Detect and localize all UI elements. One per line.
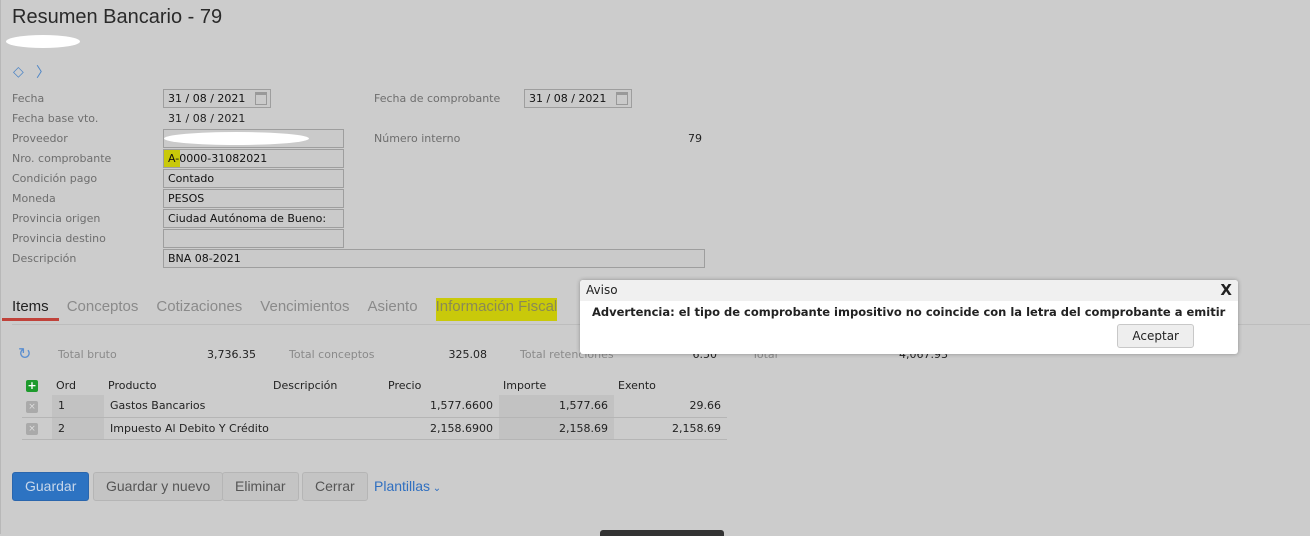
guardar-button[interactable]: Guardar — [12, 472, 90, 501]
dialog-title: Aviso — [586, 283, 618, 297]
total-conceptos-label: Total conceptos — [289, 348, 375, 361]
items-table: + Ord Producto Descripción Precio Import… — [22, 376, 727, 440]
total-conceptos-value: 325.08 — [448, 348, 488, 361]
cell-ord: 1 — [52, 395, 104, 418]
close-icon[interactable]: X — [1220, 281, 1232, 299]
redacted-subtitle — [6, 35, 80, 48]
moneda-field[interactable]: PESOS — [163, 189, 344, 208]
dialog-header: Aviso X — [580, 280, 1238, 301]
col-ord: Ord — [56, 379, 76, 392]
tab-vencimientos[interactable]: Vencimientos — [260, 298, 349, 321]
fecha-label: Fecha — [12, 92, 45, 105]
tab-asiento[interactable]: Asiento — [368, 298, 418, 321]
guardar-y-nuevo-button[interactable]: Guardar y nuevo — [93, 472, 224, 501]
cell-ord: 2 — [52, 417, 104, 440]
numero-interno-value: 79 — [688, 132, 702, 145]
proveedor-field[interactable] — [163, 129, 344, 148]
calendar-icon[interactable] — [255, 92, 267, 105]
nro-comprobante-label: Nro. comprobante — [12, 152, 112, 165]
col-producto: Producto — [108, 379, 157, 392]
chevron-down-icon: ⌄ — [430, 483, 442, 494]
aceptar-button[interactable]: Aceptar — [1117, 324, 1194, 348]
col-descripcion: Descripción — [273, 379, 338, 392]
total-bruto-label: Total bruto — [58, 348, 117, 361]
cell-precio[interactable]: 1,577.6600 — [384, 395, 499, 418]
provincia-origen-field[interactable]: Ciudad Autónoma de Bueno: — [163, 209, 344, 228]
page-title: Resumen Bancario - 79 — [12, 6, 223, 28]
aviso-dialog: Aviso X Advertencia: el tipo de comproba… — [580, 280, 1238, 354]
cell-importe: 1,577.66 — [499, 395, 614, 418]
descripcion-field[interactable]: BNA 08-2021 — [163, 249, 705, 268]
cell-exento[interactable]: 2,158.69 — [614, 417, 727, 440]
table-header: + Ord Producto Descripción Precio Import… — [22, 376, 727, 395]
fecha-base-value: 31 / 08 / 2021 — [168, 112, 246, 125]
eliminar-button[interactable]: Eliminar — [222, 472, 299, 501]
delete-row-icon[interactable]: × — [26, 423, 38, 435]
chevron-right-icon[interactable]: 〉 — [36, 62, 50, 82]
plantillas-label: Plantillas — [374, 478, 431, 494]
cerrar-button[interactable]: Cerrar — [302, 472, 368, 501]
fecha-field[interactable]: 31 / 08 / 2021 — [163, 89, 271, 108]
provincia-destino-field[interactable] — [163, 229, 344, 248]
cell-importe: 2,158.69 — [499, 417, 614, 440]
cell-producto[interactable]: Gastos Bancarios — [104, 395, 384, 418]
fecha-comprobante-value: 31 / 08 / 2021 — [529, 92, 607, 105]
fecha-comprobante-label: Fecha de comprobante — [374, 92, 501, 105]
col-precio: Precio — [388, 379, 422, 392]
col-importe: Importe — [503, 379, 547, 392]
numero-interno-label: Número interno — [374, 132, 461, 145]
nro-comprobante-field[interactable]: A-0000-31082021 — [163, 149, 344, 168]
add-row-icon[interactable]: + — [26, 380, 38, 392]
cell-precio[interactable]: 2,158.6900 — [384, 417, 499, 440]
dialog-message: Advertencia: el tipo de comprobante impo… — [592, 305, 1226, 319]
tab-informacion-fiscal[interactable]: Información Fiscal — [435, 298, 558, 321]
provincia-destino-label: Provincia destino — [12, 232, 106, 245]
plantillas-dropdown[interactable]: Plantillas ⌄ — [374, 478, 441, 494]
col-exento: Exento — [618, 379, 656, 392]
fecha-base-label: Fecha base vto. — [12, 112, 99, 125]
fecha-comprobante-field[interactable]: 31 / 08 / 2021 — [524, 89, 632, 108]
delete-row-icon[interactable]: × — [26, 400, 38, 413]
condicion-pago-field[interactable]: Contado — [163, 169, 344, 188]
proveedor-label: Proveedor — [12, 132, 68, 145]
bottom-bar — [600, 530, 724, 536]
nro-comprobante-value: A-0000-31082021 — [168, 152, 268, 165]
moneda-label: Moneda — [12, 192, 56, 205]
refresh-icon[interactable]: ↻ — [18, 344, 31, 363]
tab-items[interactable]: Items — [2, 298, 59, 321]
tab-cotizaciones[interactable]: Cotizaciones — [156, 298, 242, 321]
table-row[interactable]: × 1 Gastos Bancarios 1,577.6600 1,577.66… — [22, 395, 727, 418]
condicion-pago-label: Condición pago — [12, 172, 98, 185]
cell-exento[interactable]: 29.66 — [614, 395, 727, 418]
table-row[interactable]: × 2 Impuesto Al Debito Y Crédito 2,158.6… — [22, 417, 727, 440]
tag-icon[interactable]: ◇ — [13, 64, 24, 80]
calendar-icon[interactable] — [616, 92, 628, 105]
total-bruto-value: 3,736.35 — [207, 348, 256, 361]
window-edge — [0, 0, 1, 534]
tab-bar: Items Conceptos Cotizaciones Vencimiento… — [2, 298, 558, 321]
provincia-origen-label: Provincia origen — [12, 212, 101, 225]
descripcion-label: Descripción — [12, 252, 77, 265]
fecha-value: 31 / 08 / 2021 — [168, 92, 246, 105]
cell-producto[interactable]: Impuesto Al Debito Y Crédito — [104, 417, 384, 440]
tab-conceptos[interactable]: Conceptos — [67, 298, 139, 321]
